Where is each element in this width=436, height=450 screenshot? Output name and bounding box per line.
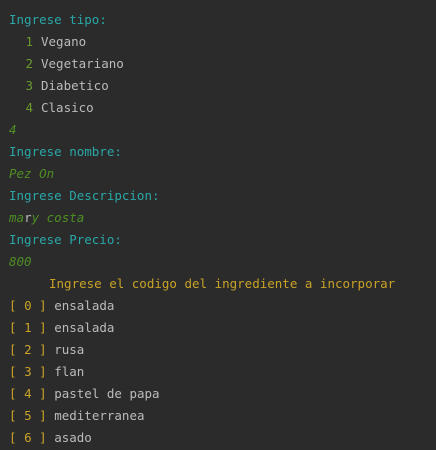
bracket-close: ] <box>39 342 47 357</box>
console-output[interactable]: Ingrese tipo: 1 Vegano 2 Vegetariano 3 Diab… <box>0 0 436 450</box>
tipo-option-label: Diabetico <box>41 78 109 93</box>
ingrediente-item: [ 1 ] ensalada <box>0 317 436 339</box>
bracket-open: [ <box>9 320 17 335</box>
ingrediente-item: [ 2 ] rusa <box>0 339 436 361</box>
descripcion-input-end: y costa <box>31 210 85 225</box>
ingrediente-name: ensalada <box>54 320 115 335</box>
bracket-close: ] <box>39 430 47 445</box>
tipo-option-number: 1 <box>25 34 33 49</box>
ingrediente-item: [ 0 ] ensalada <box>0 295 436 317</box>
bracket-close: ] <box>39 408 47 423</box>
ingrediente-name: mediterranea <box>54 408 145 423</box>
tipo-option-number: 3 <box>25 78 33 93</box>
tipo-option-number: 4 <box>25 100 33 115</box>
ingrediente-item: [ 3 ] flan <box>0 361 436 383</box>
ingrediente-item: [ 4 ] pastel de papa <box>0 383 436 405</box>
descripcion-input: mary costa <box>0 207 436 229</box>
tipo-option-number: 2 <box>25 56 33 71</box>
ingrediente-index: 5 <box>24 408 32 423</box>
bracket-close: ] <box>39 298 47 313</box>
ingrediente-item: [ 5 ] mediterranea <box>0 405 436 427</box>
ingrediente-index: 2 <box>24 342 32 357</box>
bracket-close: ] <box>39 386 47 401</box>
bracket-close: ] <box>39 320 47 335</box>
ingrediente-index: 1 <box>24 320 32 335</box>
ingredientes-header: Ingrese el codigo del ingrediente a inco… <box>49 276 396 291</box>
tipo-option-label: Clasico <box>41 100 94 115</box>
tipo-option: 1 Vegano <box>0 31 436 53</box>
prompt-descripcion: Ingrese Descripcion: <box>9 188 160 203</box>
bracket-open: [ <box>9 408 17 423</box>
bracket-open: [ <box>9 342 17 357</box>
ingrediente-index: 0 <box>24 298 32 313</box>
prompt-precio: Ingrese Precio: <box>9 232 122 247</box>
bracket-close: ] <box>39 364 47 379</box>
ingrediente-index: 6 <box>24 430 32 445</box>
ingrediente-index: 3 <box>24 364 32 379</box>
bracket-open: [ <box>9 364 17 379</box>
ingrediente-name: pastel de papa <box>54 386 160 401</box>
ingrediente-name: rusa <box>54 342 85 357</box>
ingrediente-item: [ 6 ] asado <box>0 427 436 449</box>
bracket-open: [ <box>9 430 17 445</box>
nombre-input: Pez On <box>9 166 55 181</box>
prompt-nombre: Ingrese nombre: <box>9 144 122 159</box>
bracket-open: [ <box>9 298 17 313</box>
prompt-tipo: Ingrese tipo: <box>9 12 107 27</box>
tipo-option-label: Vegetariano <box>41 56 124 71</box>
tipo-option-label: Vegano <box>41 34 87 49</box>
bracket-open: [ <box>9 386 17 401</box>
tipo-option: 2 Vegetariano <box>0 53 436 75</box>
tipo-option: 3 Diabetico <box>0 75 436 97</box>
ingrediente-name: flan <box>54 364 85 379</box>
tipo-option: 4 Clasico <box>0 97 436 119</box>
tipo-input: 4 <box>9 122 17 137</box>
ingrediente-name: ensalada <box>54 298 115 313</box>
ingrediente-name: asado <box>54 430 92 445</box>
ingrediente-index: 4 <box>24 386 32 401</box>
precio-input: 800 <box>9 254 32 269</box>
descripcion-input-start: ma <box>9 210 25 225</box>
text-caret: r <box>24 210 32 225</box>
